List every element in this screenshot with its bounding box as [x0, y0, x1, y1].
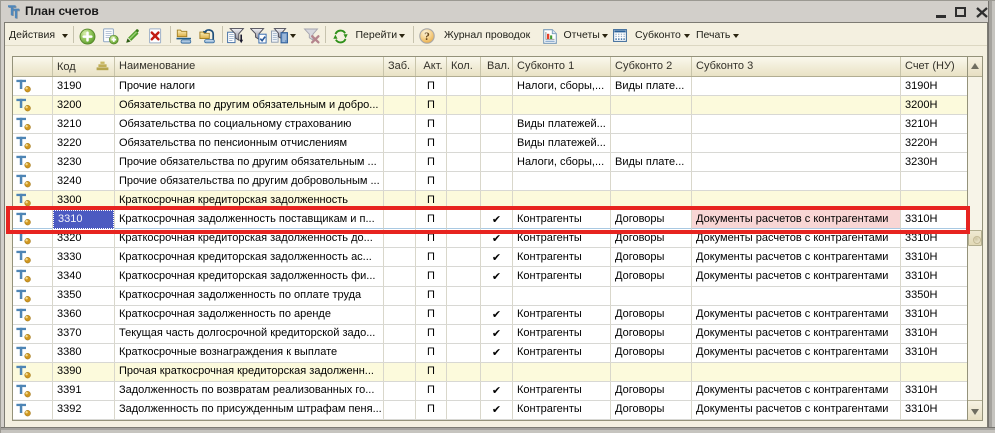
svg-text:?: ? — [424, 31, 430, 43]
